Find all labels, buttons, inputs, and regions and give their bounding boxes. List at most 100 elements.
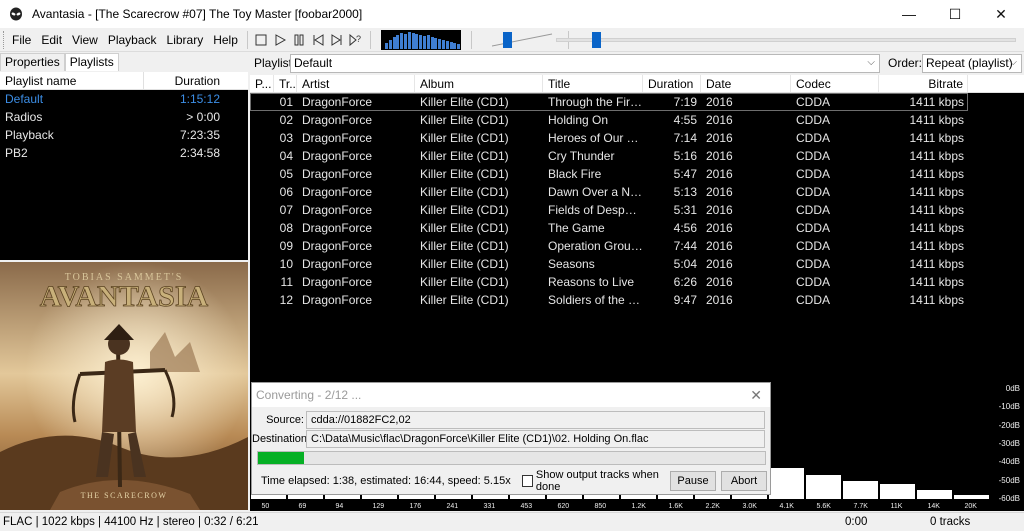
order-dropdown[interactable]: Repeat (playlist) ⌵ <box>922 53 1022 73</box>
seek-thumb[interactable] <box>592 32 602 48</box>
playlist-item-pb2[interactable]: PB2 2:34:58 <box>0 144 248 162</box>
track-row[interactable]: 11 DragonForce Killer Elite (CD1) Reasons t… <box>250 273 1024 291</box>
close-icon[interactable]: ✕ <box>750 387 762 404</box>
menu-view[interactable]: View <box>67 28 103 52</box>
playlist-item-name: PB2 <box>5 146 28 160</box>
tab-properties[interactable]: Properties <box>0 53 65 71</box>
window-title: Avantasia - [The Scarecrow #07] The Toy … <box>32 7 363 21</box>
track-date-cell: 2016 <box>706 257 733 271</box>
column-bitrate[interactable]: Bitrate <box>879 75 968 92</box>
column-track-number[interactable]: Tr... <box>274 75 297 92</box>
playlist-item-duration: > 0:00 <box>186 110 220 124</box>
track-artist-cell: DragonForce <box>302 113 373 127</box>
volume-slider-thumb[interactable] <box>502 31 512 48</box>
seek-bar[interactable] <box>556 32 1016 48</box>
track-playing-cell <box>250 147 274 165</box>
playlist-dropdown[interactable]: Default ⌵ <box>290 53 880 73</box>
track-artist-cell: DragonForce <box>302 149 373 163</box>
track-row[interactable]: 08 DragonForce Killer Elite (CD1) The Game 4… <box>250 219 1024 237</box>
conversion-time-text: Time elapsed: 1:38, estimated: 16:44, sp… <box>261 475 511 487</box>
track-playing-cell <box>250 111 274 129</box>
track-bitrate-cell: 1411 kbps <box>909 167 965 181</box>
maximize-button[interactable]: ☐ <box>932 0 978 28</box>
menu-playback[interactable]: Playback <box>103 28 162 52</box>
track-codec-cell: CDDA <box>796 293 831 307</box>
track-row[interactable]: 10 DragonForce Killer Elite (CD1) Seasons 5:… <box>250 255 1024 273</box>
column-duration[interactable]: Duration <box>643 75 701 92</box>
peak-meter-bar <box>449 41 453 49</box>
peak-meter-bar <box>441 39 445 49</box>
spectrum-frequency-label: 1.2K <box>631 503 646 510</box>
abort-button[interactable]: Abort <box>721 471 767 491</box>
track-row[interactable]: 02 DragonForce Killer Elite (CD1) Holding O… <box>250 111 1024 129</box>
chevron-down-icon[interactable]: ⌵ <box>1009 57 1017 68</box>
track-codec-cell: CDDA <box>796 203 831 217</box>
playlist-item-default[interactable]: Default 1:15:12 <box>0 90 248 108</box>
previous-icon[interactable] <box>309 30 328 50</box>
track-codec-cell: CDDA <box>796 113 831 127</box>
chevron-down-icon[interactable]: ⌵ <box>867 57 875 68</box>
conversion-progress-fill <box>258 452 304 464</box>
spectrum-frequency-label: 331 <box>483 503 496 510</box>
close-button[interactable]: ✕ <box>978 0 1024 28</box>
track-row[interactable]: 04 DragonForce Killer Elite (CD1) Cry Thund… <box>250 147 1024 165</box>
column-duration[interactable]: Duration <box>144 72 248 89</box>
track-playing-cell <box>250 273 274 291</box>
random-icon[interactable]: ? <box>347 30 366 50</box>
show-output-checkbox-row[interactable]: Show output tracks when done <box>522 469 670 493</box>
pause-icon[interactable] <box>290 30 309 50</box>
column-title[interactable]: Title <box>543 75 643 92</box>
converter-dialog-titlebar: Converting - 2/12 ... ✕ <box>252 383 770 407</box>
track-row[interactable]: 06 DragonForce Killer Elite (CD1) Dawn Over… <box>250 183 1024 201</box>
column-playing[interactable]: P... <box>250 75 274 92</box>
spectrum-frequency-label: 11K <box>890 503 903 510</box>
stop-icon[interactable] <box>252 30 271 50</box>
track-number-cell: 06 <box>279 185 293 199</box>
playlist-item-playback[interactable]: Playback 7:23:35 <box>0 126 248 144</box>
tab-playlists[interactable]: Playlists <box>64 53 119 71</box>
playlist-item-duration: 1:15:12 <box>179 92 220 106</box>
spectrum-frequency-label: 50 <box>261 503 270 510</box>
source-field[interactable]: cdda://01882FC2,02 <box>306 411 765 429</box>
playlist-item-radios[interactable]: Radios > 0:00 <box>0 108 248 126</box>
show-output-checkbox[interactable] <box>522 475 533 487</box>
track-artist-cell: DragonForce <box>302 275 373 289</box>
track-row[interactable]: 03 DragonForce Killer Elite (CD1) Heroes of… <box>250 129 1024 147</box>
column-artist[interactable]: Artist <box>297 75 415 92</box>
track-row[interactable]: 09 DragonForce Killer Elite (CD1) Operation… <box>250 237 1024 255</box>
menu-help[interactable]: Help <box>208 28 243 52</box>
column-playlist-name[interactable]: Playlist name <box>0 72 144 89</box>
playlist-manager-list: Default 1:15:12 Radios > 0:00 Playback 7… <box>0 90 248 260</box>
menu-file[interactable]: File <box>7 28 36 52</box>
track-artist-cell: DragonForce <box>302 203 373 217</box>
destination-field[interactable]: C:\Data\Music\flac\DragonForce\Killer El… <box>306 430 765 448</box>
menu-library[interactable]: Library <box>162 28 209 52</box>
playlist-item-duration: 7:23:35 <box>179 128 220 142</box>
play-icon[interactable] <box>271 30 290 50</box>
peak-meter-bar <box>434 37 438 49</box>
spectrum-frequency-label: 1.6K <box>668 503 683 510</box>
track-row[interactable]: 05 DragonForce Killer Elite (CD1) Black Fir… <box>250 165 1024 183</box>
menu-edit[interactable]: Edit <box>36 28 67 52</box>
pause-button[interactable]: Pause <box>670 471 716 491</box>
track-number-cell: 04 <box>279 149 293 163</box>
track-playing-cell <box>250 219 274 237</box>
track-row[interactable]: 07 DragonForce Killer Elite (CD1) Fields of… <box>250 201 1024 219</box>
minimize-button[interactable]: — <box>886 0 932 28</box>
peak-meter-bar <box>384 42 388 49</box>
track-date-cell: 2016 <box>706 275 733 289</box>
spectrum-bar <box>843 480 878 499</box>
seek-track[interactable] <box>556 38 1016 42</box>
album-artist: AVANTASIA <box>40 280 209 313</box>
column-date[interactable]: Date <box>701 75 791 92</box>
column-album[interactable]: Album <box>415 75 543 92</box>
next-icon[interactable] <box>328 30 347 50</box>
volume-slider[interactable] <box>491 30 554 50</box>
track-row[interactable]: 01 DragonForce Killer Elite (CD1) Through t… <box>250 93 968 111</box>
track-row[interactable]: 12 DragonForce Killer Elite (CD1) Soldiers … <box>250 291 1024 309</box>
track-number-cell: 01 <box>279 95 293 109</box>
column-codec[interactable]: Codec <box>791 75 879 92</box>
tracklist-header: P... Tr... Artist Album Title Duration D… <box>250 75 1024 93</box>
foobar-alien-icon[interactable] <box>8 6 24 22</box>
visualization-peak-meter <box>380 29 461 50</box>
